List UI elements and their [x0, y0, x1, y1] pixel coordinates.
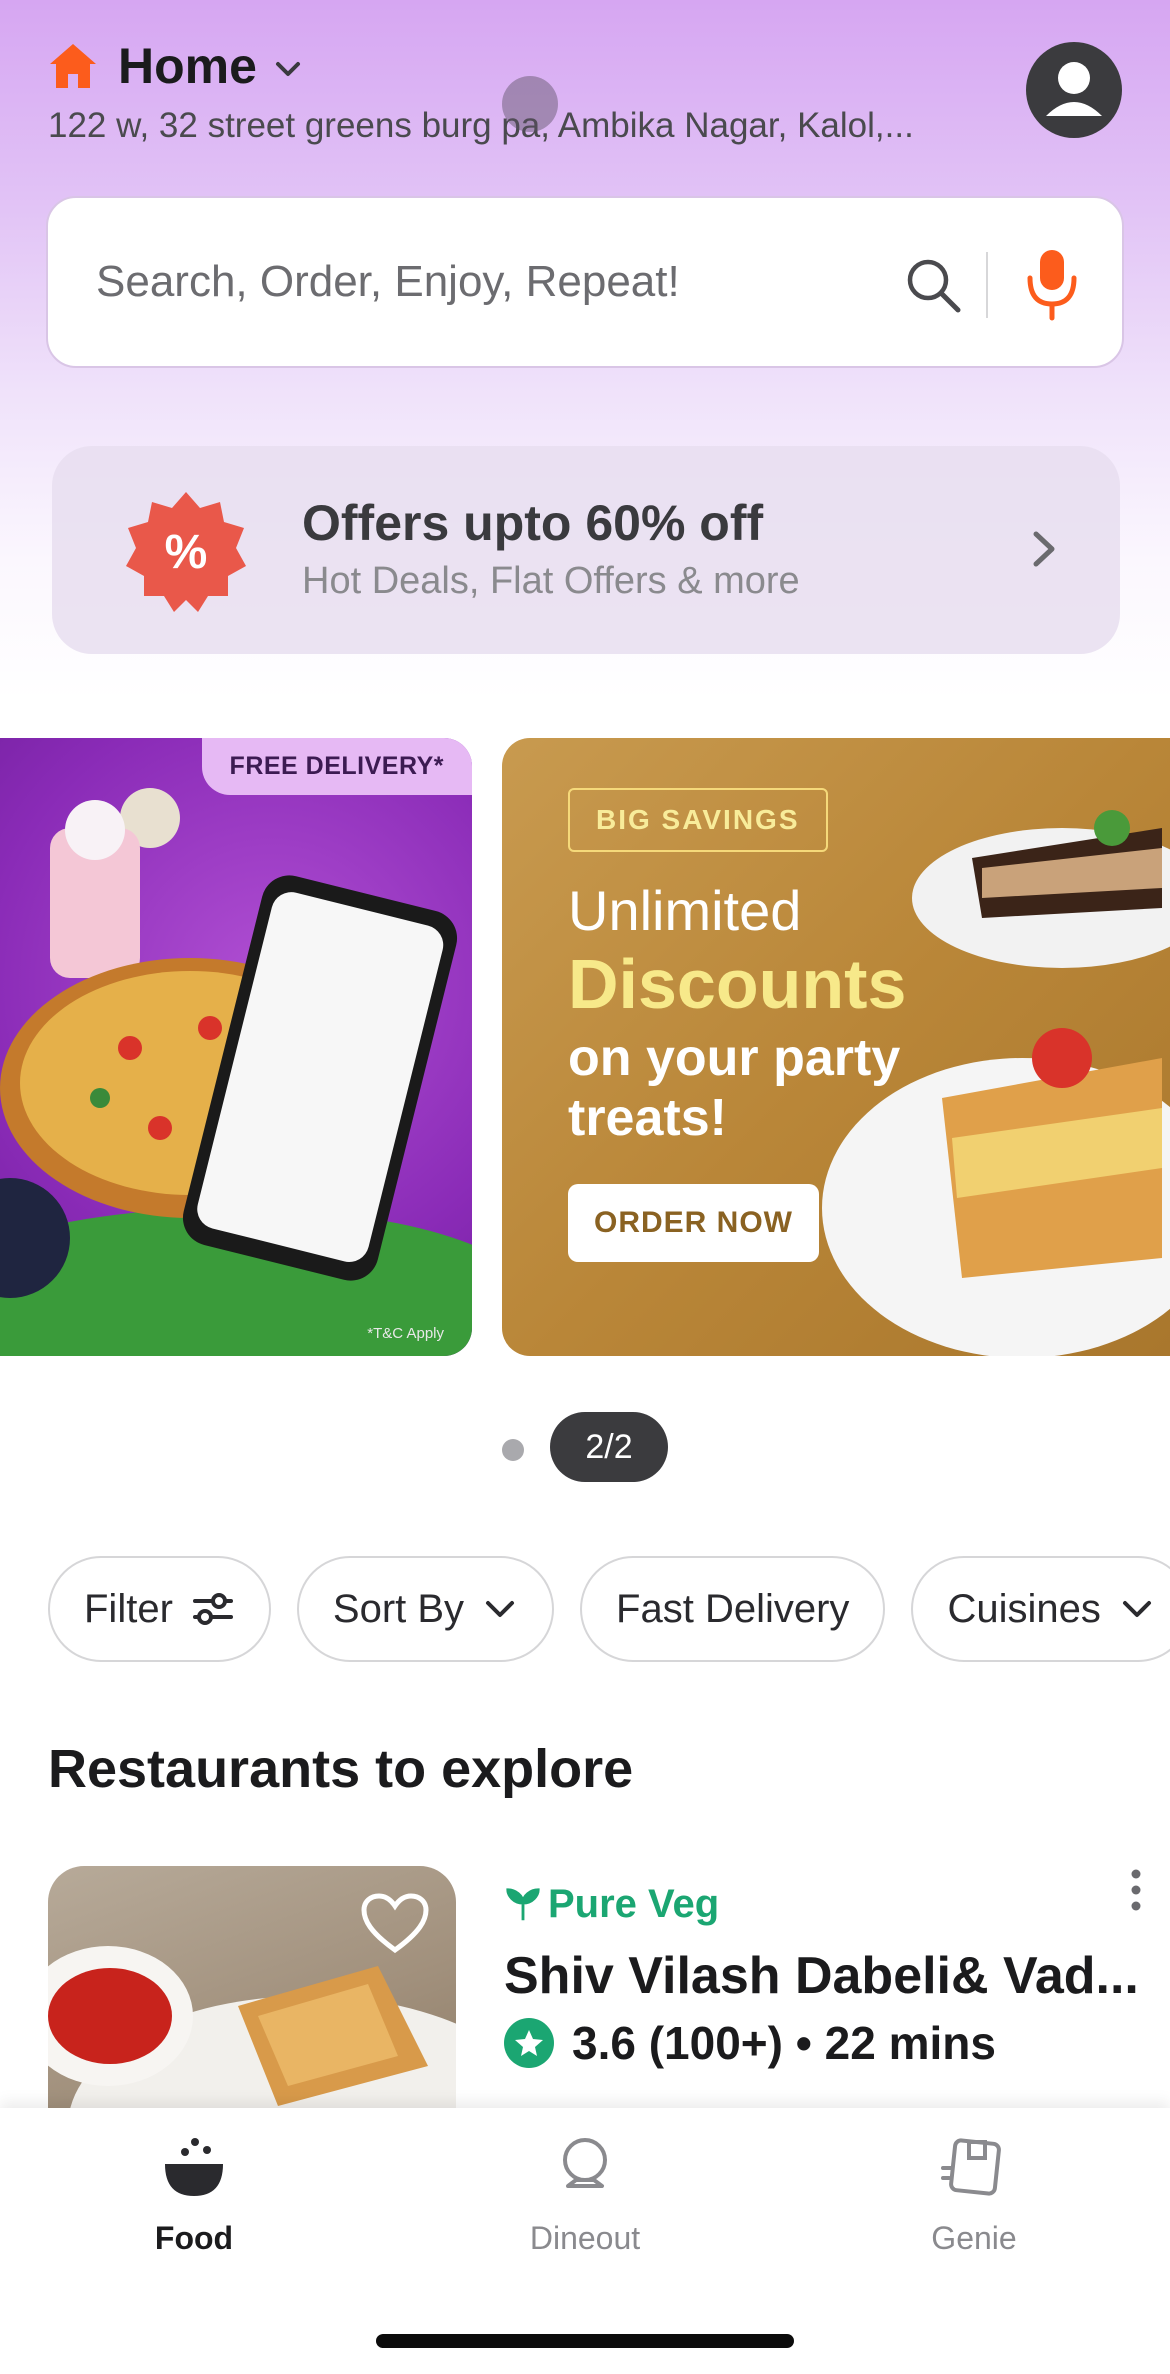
nav-dineout-label: Dineout	[529, 2220, 641, 2256]
cuisines-chip-label: Cuisines	[947, 1586, 1101, 1631]
profile-avatar[interactable]	[1026, 42, 1122, 138]
section-title: Restaurants to explore	[48, 1739, 634, 1799]
fast-delivery-chip-label: Fast Delivery	[616, 1586, 850, 1631]
sort-by-chip[interactable]: Sort By	[296, 1556, 555, 1662]
carousel-pager: 2/2	[0, 1412, 1170, 1482]
filter-chip[interactable]: Filter	[48, 1556, 271, 1662]
food-bowl-icon	[165, 2138, 223, 2196]
filter-chip-label: Filter	[84, 1586, 173, 1631]
offers-title: Offers upto 60% off	[302, 495, 764, 551]
banner-line-1: Unlimited	[568, 879, 802, 942]
pager-dot[interactable]	[502, 1439, 524, 1461]
chevron-right-icon	[1033, 531, 1055, 567]
nav-food[interactable]: Food	[84, 2132, 304, 2257]
search-icon[interactable]	[904, 256, 962, 314]
discount-symbol: %	[165, 526, 208, 579]
touch-indicator	[502, 76, 558, 132]
offers-subtitle: Hot Deals, Flat Offers & more	[302, 560, 800, 602]
pure-veg-label: Pure Veg	[548, 1882, 720, 1926]
terms-note: *T&C Apply	[367, 1325, 444, 1342]
banner-line-2: Discounts	[568, 945, 907, 1023]
rating-and-time: 3.6 (100+) • 22 mins	[572, 2017, 996, 2069]
home-indicator[interactable]	[376, 2334, 794, 2348]
more-options-icon[interactable]	[1126, 1866, 1146, 1914]
big-savings-tag: BIG SAVINGS	[568, 788, 828, 852]
banner-line-3: on your party treats!	[568, 1029, 901, 1147]
banner-big-savings[interactable]: BIG SAVINGS Unlimited Discounts on your …	[502, 738, 1170, 1356]
order-now-button[interactable]: ORDER NOW	[568, 1184, 819, 1262]
filter-chips: Filter Sort By Fast Delivery Cuisines	[48, 1556, 1170, 1662]
chevron-down-icon	[486, 1601, 515, 1617]
sort-by-chip-label: Sort By	[332, 1586, 465, 1631]
search-bar[interactable]	[46, 196, 1124, 368]
offers-card[interactable]: % Offers upto 60% off Hot Deals, Flat Of…	[52, 446, 1120, 654]
chevron-down-icon	[1122, 1601, 1151, 1617]
restaurant-card[interactable]: Pure Veg Shiv Vilash Dabeli& Vad... 3.6 …	[48, 1866, 1141, 2126]
banner-free-delivery[interactable]: FREE DELIVERY* *T&C Apply	[0, 738, 472, 1356]
fast-delivery-chip[interactable]: Fast Delivery	[580, 1556, 886, 1662]
cuisines-chip[interactable]: Cuisines	[911, 1556, 1170, 1662]
search-divider	[986, 252, 988, 318]
microphone-icon[interactable]	[1020, 246, 1084, 322]
restaurant-name: Shiv Vilash Dabeli& Vad...	[504, 1947, 1139, 2005]
leaf-icon	[506, 1887, 540, 1920]
pager-indicator: 2/2	[550, 1412, 668, 1482]
nav-genie-label: Genie	[931, 2220, 1017, 2256]
genie-icon	[941, 2138, 1001, 2196]
sliders-icon	[192, 1593, 233, 1625]
pure-veg-tag: Pure Veg	[504, 1882, 719, 1927]
chevron-down-icon	[275, 62, 300, 76]
pizza-illustration	[0, 788, 472, 1356]
nav-food-label: Food	[154, 2220, 234, 2256]
delivery-address[interactable]: 122 w, 32 street greens burg pa, Ambika …	[48, 106, 914, 146]
discount-badge-icon: %	[126, 492, 246, 612]
location-selector[interactable]: Home	[48, 36, 303, 96]
star-icon	[504, 2018, 554, 2068]
location-label: Home	[118, 38, 257, 94]
search-input[interactable]	[96, 257, 876, 307]
user-icon	[1046, 62, 1102, 116]
restaurant-image[interactable]	[48, 1866, 456, 2126]
rating-row: 3.6 (100+) • 22 mins	[504, 2016, 996, 2070]
dineout-icon	[563, 2138, 607, 2188]
nav-genie[interactable]: Genie	[864, 2132, 1084, 2257]
location-header: Home 122 w, 32 street greens burg pa, Am…	[48, 36, 1122, 156]
nav-dineout[interactable]: Dineout	[475, 2132, 695, 2257]
heart-icon[interactable]	[360, 1892, 430, 1956]
home-icon	[50, 44, 96, 88]
